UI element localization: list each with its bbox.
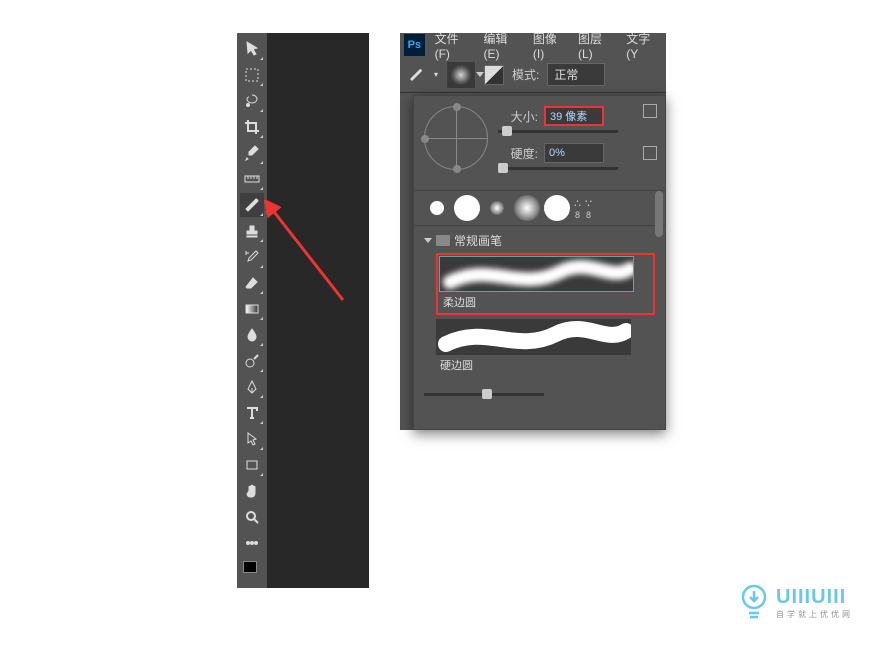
history-brush-tool[interactable]	[240, 245, 264, 269]
menubar: Ps 文件(F) 编辑(E) 图像(I) 图层(L) 文字(Y	[400, 33, 666, 57]
zoom-tool[interactable]	[240, 505, 264, 529]
brush-size-slider[interactable]	[498, 130, 618, 133]
brush-hardness-input[interactable]: 0%	[544, 143, 604, 163]
brush-tool-icon	[406, 65, 426, 85]
hand-tool[interactable]	[240, 479, 264, 503]
brush-presets-popup: 大小: 39 像素 硬度: 0% ∴8 ∵8 常规画笔	[413, 95, 666, 430]
pen-tool[interactable]	[240, 375, 264, 399]
marquee-tool[interactable]	[240, 63, 264, 87]
preset-soft-small[interactable]	[484, 195, 510, 221]
lightbulb-icon	[738, 583, 770, 623]
rectangle-tool[interactable]	[240, 453, 264, 477]
ps-logo-icon: Ps	[404, 34, 425, 56]
brush-tool[interactable]	[240, 193, 264, 217]
scrollbar-thumb[interactable]	[655, 191, 663, 237]
eraser-tool[interactable]	[240, 271, 264, 295]
menu-image[interactable]: 图像(I)	[527, 30, 572, 61]
type-tool[interactable]	[240, 401, 264, 425]
settings-gear-icon[interactable]	[643, 104, 657, 118]
menu-edit[interactable]: 编辑(E)	[477, 30, 526, 61]
lasso-tool[interactable]	[240, 89, 264, 113]
more-tools[interactable]	[240, 531, 264, 555]
preset-hard-small[interactable]	[424, 195, 450, 221]
brush-name: 硬边圆	[436, 355, 655, 375]
preset-scatter-2[interactable]: ∵8	[585, 197, 592, 220]
brush-name: 柔边圆	[439, 292, 652, 312]
watermark-sub: 自学就上优优网	[776, 609, 853, 620]
size-label: 大小:	[498, 108, 538, 125]
caret-down-icon[interactable]: ▾	[434, 70, 438, 79]
dodge-tool[interactable]	[240, 349, 264, 373]
brush-item-hard-round[interactable]: 硬边圆	[436, 319, 655, 375]
brush-thumbnail-row: ∴8 ∵8	[414, 190, 665, 226]
brush-preset-picker[interactable]	[446, 61, 476, 89]
eyedropper-tool[interactable]	[240, 141, 264, 165]
crop-tool[interactable]	[240, 115, 264, 139]
color-swatch[interactable]	[243, 561, 261, 575]
blend-mode-select[interactable]: 正常	[547, 63, 605, 86]
brush-item-soft-round[interactable]: 柔边圆	[436, 253, 655, 315]
new-preset-icon[interactable]	[643, 146, 657, 160]
mode-label: 模式:	[512, 66, 539, 83]
menu-type[interactable]: 文字(Y	[620, 30, 666, 61]
brush-folder[interactable]: 常规画笔	[424, 232, 655, 249]
brush-angle-widget[interactable]	[424, 106, 488, 170]
brush-hardness-slider[interactable]	[498, 167, 618, 170]
brush-size-input[interactable]: 39 像素	[544, 106, 604, 126]
hardness-label: 硬度:	[498, 145, 538, 162]
preset-soft-large[interactable]	[514, 195, 540, 221]
tools-toolbar	[237, 33, 267, 588]
path-select-tool[interactable]	[240, 427, 264, 451]
watermark-brand: UIIIUIII	[776, 586, 853, 609]
brush-list: 常规画笔 柔边圆 硬边圆	[414, 226, 665, 385]
menu-file[interactable]: 文件(F)	[429, 30, 478, 61]
blur-tool[interactable]	[240, 323, 264, 347]
options-bar: ▾ 模式: 正常	[400, 57, 666, 93]
preset-hard-large-2[interactable]	[544, 195, 570, 221]
preset-scatter-1[interactable]: ∴8	[574, 197, 581, 220]
menu-layer[interactable]: 图层(L)	[572, 30, 620, 61]
stamp-tool[interactable]	[240, 219, 264, 243]
caret-down-icon	[424, 238, 432, 243]
move-tool[interactable]	[240, 37, 264, 61]
gradient-tool[interactable]	[240, 297, 264, 321]
brush-settings-toggle-icon[interactable]	[484, 65, 504, 85]
folder-icon	[436, 235, 450, 246]
preset-hard-large[interactable]	[454, 195, 480, 221]
watermark: UIIIUIII 自学就上优优网	[738, 583, 853, 623]
ruler-tool[interactable]	[240, 167, 264, 191]
thumbnail-size-slider[interactable]	[424, 393, 544, 396]
folder-label: 常规画笔	[454, 232, 502, 249]
left-canvas-area	[237, 33, 369, 588]
